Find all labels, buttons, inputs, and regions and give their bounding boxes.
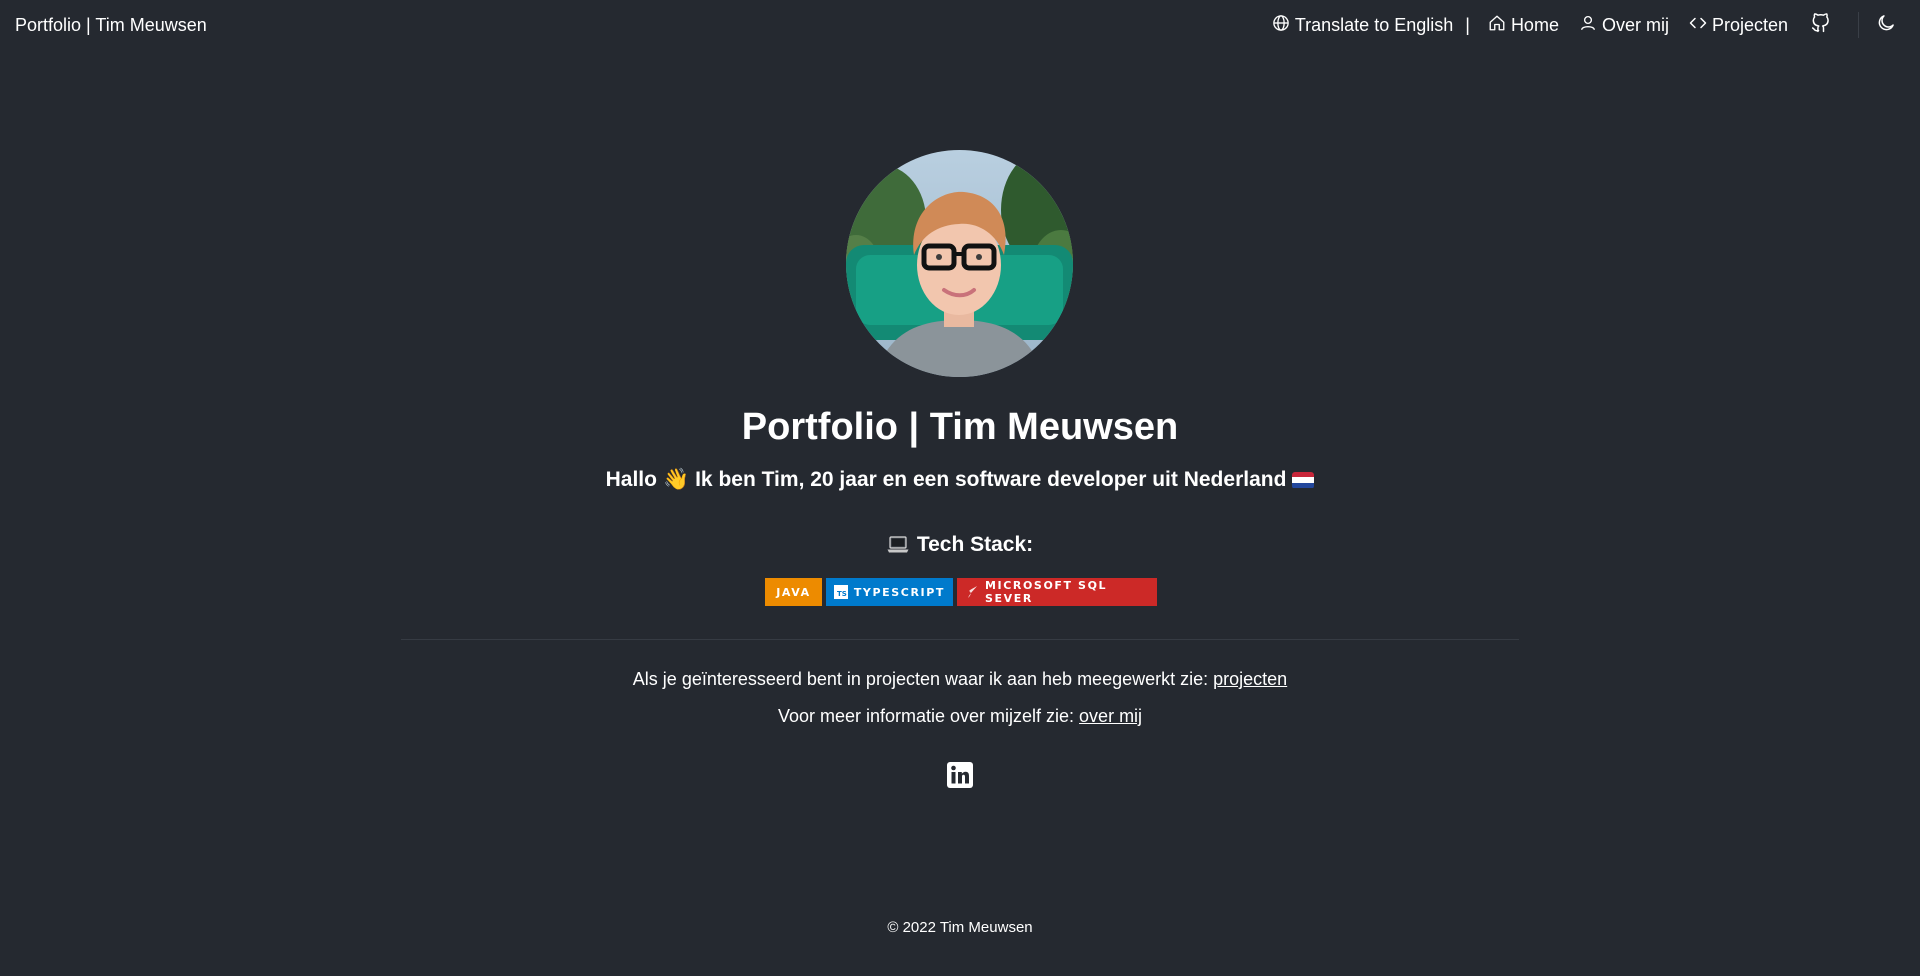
section-divider (401, 639, 1519, 640)
home-icon (1488, 14, 1506, 37)
github-icon (1811, 12, 1831, 38)
nav-separator: | (1465, 14, 1470, 35)
footer-copyright: © 2022 Tim Meuwsen (887, 919, 1033, 936)
wave-emoji: 👋 (662, 468, 690, 491)
nav-projects[interactable]: Projecten (1689, 14, 1788, 37)
avatar (846, 150, 1073, 377)
laptop-icon (887, 536, 909, 554)
linkedin-icon (947, 762, 973, 788)
projects-info-line: Als je geïnteresseerd bent in projecten … (0, 667, 1920, 691)
globe-icon (1272, 14, 1290, 37)
translate-link[interactable]: Translate to English (1272, 14, 1453, 37)
navbar: Portfolio | Tim Meuwsen Translate to Eng… (0, 0, 1920, 50)
badge-java: JAVA (765, 578, 822, 606)
brand-link[interactable]: Portfolio | Tim Meuwsen (15, 15, 207, 36)
nav-about-label: Over mij (1601, 14, 1669, 35)
typescript-icon: TS (834, 585, 848, 599)
netherlands-flag-icon (1292, 471, 1315, 489)
intro-greeting: Hallo (605, 468, 657, 491)
projects-link[interactable]: projecten (1213, 669, 1287, 689)
projects-info-text: Als je geïnteresseerd bent in projecten … (632, 669, 1214, 689)
intro-rest: Ik ben Tim, 20 jaar en een software deve… (695, 468, 1287, 491)
user-icon (1579, 14, 1597, 37)
badge-typescript: TS TYPESCRIPT (826, 578, 953, 606)
moon-icon (1876, 13, 1896, 38)
about-info-line: Voor meer informatie over mijzelf zie: o… (0, 704, 1920, 728)
github-button[interactable] (1810, 12, 1832, 38)
tech-stack-title: Tech Stack: (916, 533, 1034, 556)
translate-label: Translate to English (1294, 14, 1454, 35)
about-link[interactable]: over mij (1079, 706, 1142, 726)
intro-text: Hallo 👋 Ik ben Tim, 20 jaar en een softw… (0, 466, 1920, 494)
badge-sql-server-label: MICROSOFT SQL SEVER (985, 579, 1108, 605)
page-title: Portfolio | Tim Meuwsen (741, 406, 1179, 448)
sql-server-icon (965, 584, 979, 600)
nav-home-label: Home (1510, 14, 1559, 35)
badge-java-label: JAVA (776, 585, 811, 599)
linkedin-button[interactable] (947, 762, 973, 788)
nav-menu: Translate to English | Home Over mij Pro… (1252, 0, 1905, 50)
nav-home[interactable]: Home (1488, 14, 1559, 37)
badge-sql-server: MICROSOFT SQL SEVER (957, 578, 1157, 606)
tech-stack-heading: Tech Stack: (0, 531, 1920, 559)
nav-divider (1858, 12, 1859, 38)
theme-toggle-button[interactable] (1875, 14, 1897, 36)
code-icon (1689, 14, 1707, 37)
tech-badges: JAVA TS TYPESCRIPT MICROSOFT SQL SEVER (765, 578, 1157, 606)
badge-typescript-label: TYPESCRIPT (853, 585, 945, 599)
nav-projects-label: Projecten (1711, 14, 1788, 35)
profile-photo (846, 150, 1073, 377)
nav-about[interactable]: Over mij (1579, 14, 1669, 37)
about-info-text: Voor meer informatie over mijzelf zie: (777, 706, 1080, 726)
